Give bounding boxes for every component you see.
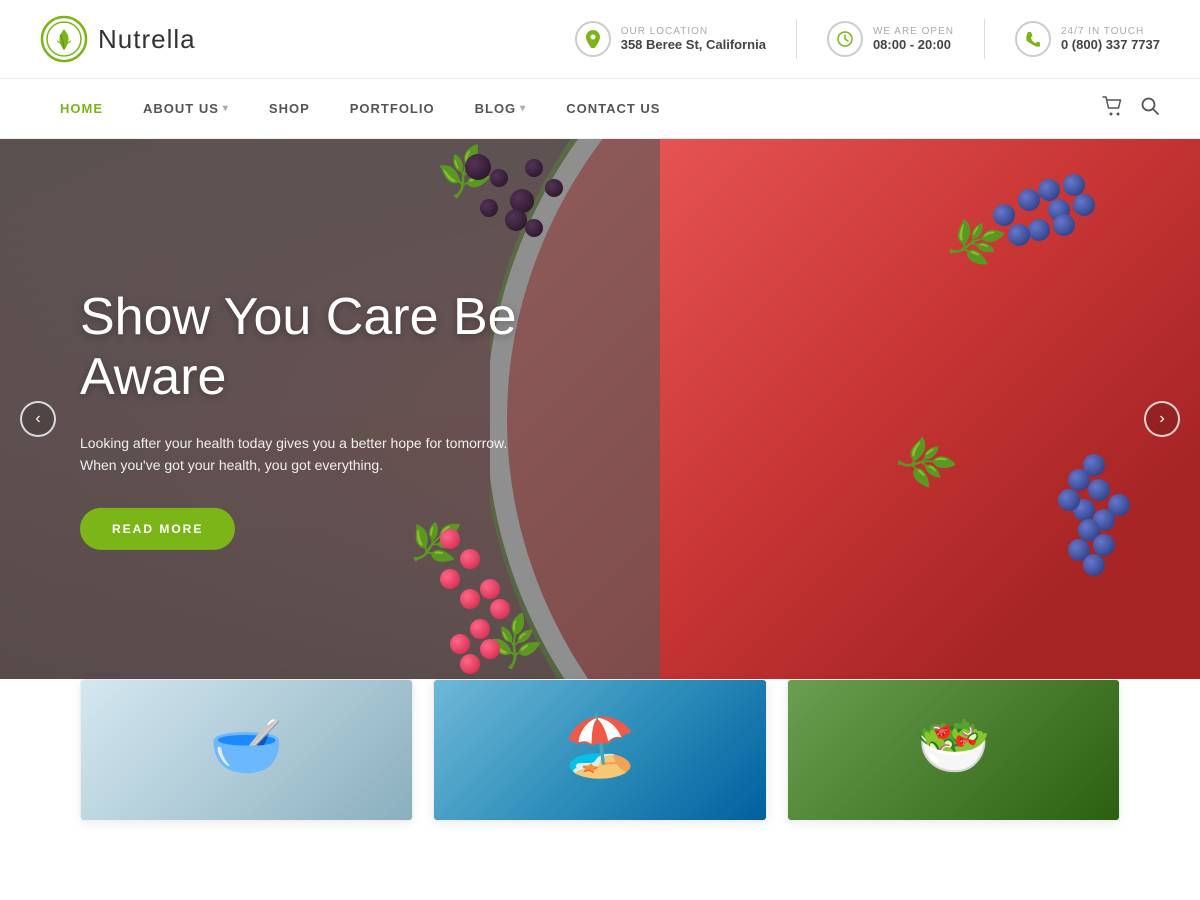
blueberry-10 <box>1088 479 1110 501</box>
blackberry-8 <box>465 154 491 180</box>
raspberry-7 <box>470 619 490 639</box>
leaf-2 <box>950 219 1000 266</box>
card-2-image <box>434 680 765 820</box>
hours-label: WE ARE OPEN <box>873 26 954 37</box>
location-label: OUR LOCATION <box>621 26 766 37</box>
blackberry-5 <box>505 209 527 231</box>
logo-text: Nutrella <box>98 24 196 55</box>
hero-background: Show You Care Be Aware Looking after you… <box>0 139 1200 699</box>
blueberry-2 <box>1038 179 1060 201</box>
blueberry-9 <box>993 204 1015 226</box>
nav-icons <box>1102 96 1160 122</box>
raspberry-3 <box>440 569 460 589</box>
hero-slider: Show You Care Be Aware Looking after you… <box>0 139 1200 699</box>
nav-item-about[interactable]: ABOUT US ▾ <box>123 79 249 138</box>
card-1-image <box>81 680 412 820</box>
blueberry-17 <box>1083 454 1105 476</box>
location-block: OUR LOCATION 358 Beree St, California <box>575 21 766 57</box>
clock-icon <box>827 21 863 57</box>
hours-text: WE ARE OPEN 08:00 - 20:00 <box>873 26 954 52</box>
raspberry-10 <box>460 654 480 674</box>
phone-text: 24/7 IN TOUCH 0 (800) 337 7737 <box>1061 26 1160 52</box>
hero-content: Show You Care Be Aware Looking after you… <box>80 288 560 550</box>
blackberry-1 <box>490 169 508 187</box>
nav-item-portfolio[interactable]: PORTFOLIO <box>330 79 455 138</box>
card-3[interactable] <box>787 679 1120 821</box>
hero-read-more-button[interactable]: READ MORE <box>80 508 235 550</box>
location-icon <box>575 21 611 57</box>
nav-links: HOME ABOUT US ▾ SHOP PORTFOLIO BLOG ▾ CO… <box>40 79 680 138</box>
logo[interactable]: Nutrella <box>40 15 196 63</box>
raspberry-4 <box>460 589 480 609</box>
logo-icon <box>40 15 88 63</box>
raspberry-8 <box>450 634 470 654</box>
blueberry-8 <box>1008 224 1030 246</box>
raspberry-5 <box>480 579 500 599</box>
blackberry-7 <box>525 219 543 237</box>
hours-value: 08:00 - 20:00 <box>873 37 954 52</box>
blueberry-15 <box>1058 489 1080 511</box>
phone-icon <box>1015 21 1051 57</box>
card-1[interactable] <box>80 679 413 821</box>
blackberry-4 <box>480 199 498 217</box>
phone-block: 24/7 IN TOUCH 0 (800) 337 7737 <box>1015 21 1160 57</box>
cards-section <box>0 679 1200 821</box>
blackberry-3 <box>525 159 543 177</box>
chevron-down-icon: ▾ <box>223 103 229 114</box>
blueberry-1 <box>1018 189 1040 211</box>
location-value: 358 Beree St, California <box>621 37 766 52</box>
blueberry-5 <box>1073 194 1095 216</box>
cart-icon[interactable] <box>1102 96 1124 122</box>
header-info: OUR LOCATION 358 Beree St, California WE… <box>575 19 1160 59</box>
hero-title: Show You Care Be Aware <box>80 288 560 408</box>
raspberry-6 <box>490 599 510 619</box>
card-2[interactable] <box>433 679 766 821</box>
phone-label: 24/7 IN TOUCH <box>1061 26 1160 37</box>
nav-item-contact[interactable]: CONTACT US <box>546 79 680 138</box>
chevron-down-icon-2: ▾ <box>520 103 526 114</box>
nav-item-blog[interactable]: BLOG ▾ <box>455 79 547 138</box>
top-header: Nutrella OUR LOCATION 358 Beree St, Cali… <box>0 0 1200 79</box>
blueberry-6 <box>1053 214 1075 236</box>
separator-2 <box>984 19 985 59</box>
location-text: OUR LOCATION 358 Beree St, California <box>621 26 766 52</box>
blueberry-18 <box>1093 534 1115 556</box>
leaf-5 <box>900 439 950 486</box>
hero-subtitle: Looking after your health today gives yo… <box>80 431 560 476</box>
nav-item-shop[interactable]: SHOP <box>249 79 330 138</box>
card-3-image <box>788 680 1119 820</box>
slider-next-button[interactable]: › <box>1144 401 1180 437</box>
nav-item-home[interactable]: HOME <box>40 79 123 138</box>
separator-1 <box>796 19 797 59</box>
raspberry-2 <box>460 549 480 569</box>
slider-prev-button[interactable]: ‹ <box>20 401 56 437</box>
blueberry-20 <box>1083 554 1105 576</box>
blackberry-6 <box>545 179 563 197</box>
main-nav: HOME ABOUT US ▾ SHOP PORTFOLIO BLOG ▾ CO… <box>0 79 1200 139</box>
blueberry-7 <box>1028 219 1050 241</box>
raspberry-9 <box>480 639 500 659</box>
phone-value: 0 (800) 337 7737 <box>1061 37 1160 52</box>
search-icon[interactable] <box>1140 96 1160 122</box>
hours-block: WE ARE OPEN 08:00 - 20:00 <box>827 21 954 57</box>
blueberry-4 <box>1063 174 1085 196</box>
